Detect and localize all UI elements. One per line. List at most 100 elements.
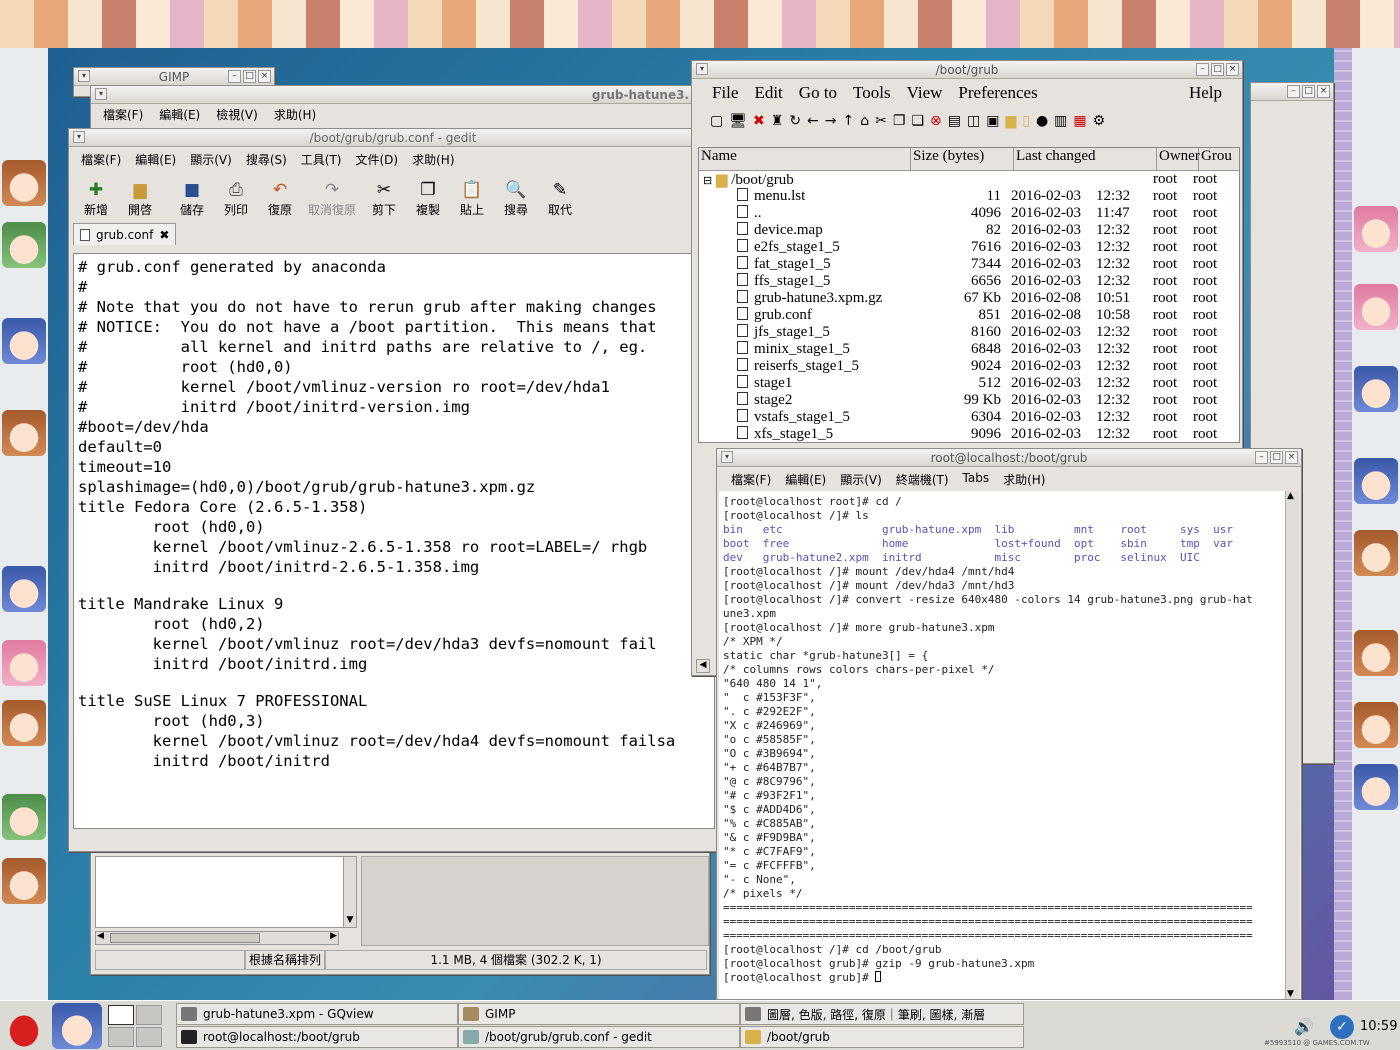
print-button[interactable]: ⎙ 列印 <box>217 179 255 218</box>
volume-icon[interactable]: 🔊 <box>1294 1017 1316 1037</box>
file-manager-titlebar[interactable]: ▾ /boot/grub – □ × <box>692 61 1242 79</box>
column-last-changed[interactable]: Last changed <box>1014 148 1157 170</box>
menu-documents[interactable]: 文件(D) <box>356 151 399 168</box>
menu-help[interactable]: 求助(H) <box>274 106 316 123</box>
maximize-button[interactable]: □ <box>243 70 256 83</box>
window-menu-icon[interactable]: ▾ <box>95 88 107 100</box>
gedit-text-editor[interactable]: # grub.conf generated by anaconda # # Note… <box>73 253 715 829</box>
column-owner[interactable]: Owner <box>1157 148 1200 170</box>
task-file-manager[interactable]: /boot/grub <box>740 1026 1024 1048</box>
minimize-button[interactable]: – <box>1287 85 1300 98</box>
file-row[interactable]: minix_stage1_5 6848 2016-02-03 12:32 root ro… <box>699 341 1239 358</box>
minimize-button[interactable]: – <box>1196 63 1209 76</box>
terminal-scrollbar[interactable]: ▲ ▼ <box>1285 491 1299 999</box>
shred-icon[interactable]: ▦ <box>1073 113 1086 129</box>
menu-file[interactable]: File <box>712 83 738 103</box>
window-menu-icon[interactable]: ▾ <box>73 131 85 143</box>
file-row[interactable]: .. 4096 2016-02-03 11:47 root root <box>699 205 1239 222</box>
home-icon[interactable]: ⌂ <box>860 113 869 129</box>
folder-icon[interactable]: ▆ <box>1005 113 1016 129</box>
column-group[interactable]: Grou <box>1199 148 1239 170</box>
column-name[interactable]: Name <box>699 148 911 170</box>
close-tab-icon[interactable]: ✖ <box>159 228 169 242</box>
file-row[interactable]: stage1 512 2016-02-03 12:32 root root <box>699 375 1239 392</box>
file-row[interactable]: jfs_stage1_5 8160 2016-02-03 12:32 root root <box>699 324 1239 341</box>
terminal-icon[interactable]: ▣ <box>986 113 999 129</box>
paste-button[interactable]: 📋 貼上 <box>453 179 491 218</box>
gqview-hscrollbar[interactable]: ◀ ▶ <box>95 931 339 945</box>
menu-help[interactable]: 求助(H) <box>1003 471 1045 488</box>
maximize-button[interactable]: □ <box>1302 85 1315 98</box>
background-window-titlebar[interactable]: – □ × <box>1251 83 1333 101</box>
file-row[interactable]: fat_stage1_5 7344 2016-02-03 12:32 root root <box>699 256 1239 273</box>
forward-icon[interactable]: → <box>825 113 837 129</box>
task-gimp[interactable]: GIMP <box>458 1003 740 1025</box>
menu-terminal[interactable]: 終端機(T) <box>896 471 949 488</box>
workspace-switcher[interactable] <box>106 1003 164 1049</box>
task-gimp-dialogs[interactable]: 圖層, 色版, 路徑, 復原｜筆刷, 圖樣, 漸層 <box>740 1003 1024 1025</box>
menu-preferences[interactable]: Preferences <box>958 83 1037 103</box>
redo-button[interactable]: ↷ 取消復原 <box>305 179 359 218</box>
menu-help[interactable]: Help <box>1189 83 1222 103</box>
menu-goto[interactable]: Go to <box>799 83 837 103</box>
maximize-button[interactable]: □ <box>1270 451 1283 464</box>
menu-file[interactable]: 檔案(F) <box>81 151 121 168</box>
run-icon[interactable]: ♜ <box>771 113 784 129</box>
file-row[interactable]: grub.conf 851 2016-02-08 10:58 root root <box>699 307 1239 324</box>
menu-edit[interactable]: 編輯(E) <box>785 471 826 488</box>
remove-icon[interactable]: ⊗ <box>930 113 942 129</box>
up-icon[interactable]: ↑ <box>843 113 855 129</box>
gqview-list-scrollbar[interactable]: ▼ <box>343 856 357 928</box>
close-button[interactable]: × <box>1285 451 1298 464</box>
launcher-icon[interactable] <box>52 1003 102 1049</box>
tab-grub-conf[interactable]: grub.conf ✖ <box>73 223 177 245</box>
settings-icon[interactable]: ⚙ <box>1093 113 1106 129</box>
file-row[interactable]: device.map 82 2016-02-03 12:32 root root <box>699 222 1239 239</box>
info-icon[interactable]: ● <box>1036 113 1048 129</box>
terminal-window[interactable]: ▾ root@localhost:/boot/grub – □ × 檔案(F) 編輯… <box>716 448 1302 1000</box>
view-icon[interactable]: ◫ <box>967 113 980 129</box>
menu-tools[interactable]: 工具(T) <box>301 151 342 168</box>
computer-icon[interactable]: 🖥 <box>729 113 747 129</box>
back-icon[interactable]: ← <box>807 113 819 129</box>
file-row[interactable]: stage2 99 Kb 2016-02-03 12:32 root root <box>699 392 1239 409</box>
window-menu-icon[interactable]: ▾ <box>78 70 90 82</box>
menu-edit[interactable]: 編輯(E) <box>159 106 200 123</box>
gqview-file-list[interactable] <box>95 856 347 928</box>
open-button[interactable]: ▆ 開啓 <box>121 179 159 218</box>
menu-tools[interactable]: Tools <box>853 83 891 103</box>
copy-button[interactable]: ❐ 複製 <box>409 179 447 218</box>
file-row[interactable]: vstafs_stage1_5 6304 2016-02-03 12:32 root r… <box>699 409 1239 426</box>
bookmark-icon[interactable]: ▯ <box>1022 113 1030 129</box>
gqview-titlebar[interactable]: ▾ grub-hatune3. <box>91 86 709 104</box>
replace-button[interactable]: ✎ 取代 <box>541 179 579 218</box>
file-row[interactable]: reiserfs_stage1_5 9024 2016-02-03 12:32 roo… <box>699 358 1239 375</box>
terminal-titlebar[interactable]: ▾ root@localhost:/boot/grub – □ × <box>717 449 1301 467</box>
delete-icon[interactable]: ✖ <box>753 113 765 129</box>
gimp-titlebar[interactable]: ▾ GIMP – □ × <box>74 68 274 86</box>
menu-edit[interactable]: 編輯(E) <box>135 151 176 168</box>
minimize-button[interactable]: – <box>1255 451 1268 464</box>
window-menu-icon[interactable]: ▾ <box>721 451 733 463</box>
paste-icon[interactable]: ❏ <box>911 113 924 129</box>
close-button[interactable]: × <box>1226 63 1239 76</box>
gqview-image-area[interactable] <box>361 856 709 946</box>
clock[interactable]: 10:59 <box>1360 1019 1397 1034</box>
task-gedit[interactable]: /boot/grub/grub.conf - gedit <box>458 1026 740 1048</box>
trash-icon[interactable]: ▥ <box>1054 113 1067 129</box>
task-gqview[interactable]: grub-hatune3.xpm - GQview <box>176 1003 458 1025</box>
collapse-icon[interactable]: ⊟ <box>703 175 712 187</box>
menu-view[interactable]: 顯示(V) <box>840 471 882 488</box>
file-row[interactable]: e2fs_stage1_5 7616 2016-02-03 12:32 root roo… <box>699 239 1239 256</box>
file-row[interactable]: grub-hatune3.xpm.gz 67 Kb 2016-02-08 10:51… <box>699 290 1239 307</box>
menu-tabs[interactable]: Tabs <box>963 471 990 488</box>
sort-by-name-button[interactable]: 根據名稱排列 <box>245 950 325 970</box>
cut-icon[interactable]: ✂ <box>875 113 887 129</box>
menu-view[interactable]: 檢視(V) <box>216 106 258 123</box>
menu-help[interactable]: 求助(H) <box>412 151 454 168</box>
file-list-view[interactable]: Name Size (bytes) Last changed Owner Gro… <box>698 147 1240 443</box>
save-button[interactable]: ■ 儲存 <box>173 179 211 218</box>
file-row[interactable]: menu.lst 11 2016-02-03 12:32 root root <box>699 188 1239 205</box>
scroll-left-button[interactable]: ◀ <box>696 659 710 673</box>
window-menu-icon[interactable]: ▾ <box>696 63 708 75</box>
